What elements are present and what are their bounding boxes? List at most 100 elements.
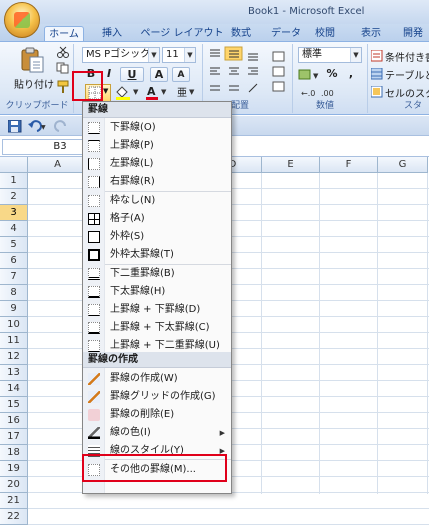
row-header-6[interactable]: 6 xyxy=(0,253,28,269)
row-header-2[interactable]: 2 xyxy=(0,189,28,205)
paste-button[interactable] xyxy=(17,46,47,74)
tab-view[interactable]: 表示 xyxy=(356,26,386,42)
row-header-7[interactable]: 7 xyxy=(0,269,28,285)
menu-item-right-border[interactable]: 右罫線(R) xyxy=(83,173,231,191)
menu-item-erase-border[interactable]: 罫線の削除(E) xyxy=(83,406,231,424)
menu-item-label: 上罫線 + 下罫線(D) xyxy=(110,304,201,315)
column-header-f[interactable]: F xyxy=(320,157,378,173)
phonetic-icon: 亜 ▼ xyxy=(177,88,195,99)
align-icons xyxy=(210,46,258,93)
conditional-format-label: 条件付き書 xyxy=(385,53,429,64)
draw-border-icon xyxy=(88,373,100,385)
fill-color-button[interactable]: ▼ xyxy=(114,84,142,100)
tab-home[interactable]: ホーム xyxy=(44,26,84,42)
row-header-17[interactable]: 17 xyxy=(0,429,28,445)
undo-icon[interactable]: ▼ xyxy=(28,119,48,133)
menu-item-line-color[interactable]: 線の色(I) ▶ xyxy=(83,424,231,442)
menu-item-draw-border-grid[interactable]: 罫線グリッドの作成(G) xyxy=(83,388,231,406)
row-header-11[interactable]: 11 xyxy=(0,333,28,349)
row-header-12[interactable]: 12 xyxy=(0,349,28,365)
row-header-8[interactable]: 8 xyxy=(0,285,28,301)
currency-button[interactable]: ▼ xyxy=(298,67,320,83)
tab-data[interactable]: データ xyxy=(268,26,304,42)
select-all-corner[interactable] xyxy=(0,157,28,173)
number-format-combo[interactable]: 標準 ▼ xyxy=(298,47,362,63)
tab-developer[interactable]: 開発 xyxy=(398,26,428,42)
menu-item-left-border[interactable]: 左罫線(L) xyxy=(83,155,231,173)
row-header-9[interactable]: 9 xyxy=(0,301,28,317)
cell-styles-label: セルのスタ xyxy=(385,89,429,100)
row-header-18[interactable]: 18 xyxy=(0,445,28,461)
font-size-combo[interactable]: 11 ▼ xyxy=(162,47,196,63)
grid-row-line xyxy=(28,508,429,509)
menu-item-top-border[interactable]: 上罫線(P) xyxy=(83,137,231,155)
grow-font-button[interactable]: A xyxy=(150,67,168,82)
column-header-g[interactable]: G xyxy=(378,157,428,173)
grid-column-line xyxy=(377,173,378,494)
row-header-1[interactable]: 1 xyxy=(0,173,28,189)
menu-item-all-borders[interactable]: 格子(A) xyxy=(83,210,231,228)
row-header-16[interactable]: 16 xyxy=(0,413,28,429)
top-thick-bottom-border-icon xyxy=(88,322,100,334)
conditional-format-icon xyxy=(371,50,383,62)
alignment-buttons[interactable] xyxy=(206,46,266,98)
conditional-formatting-button[interactable]: 条件付き書 xyxy=(371,49,429,64)
save-icon[interactable] xyxy=(7,119,22,133)
font-color-icon: A ▼ xyxy=(146,85,167,100)
title-bar xyxy=(0,0,429,26)
row-header-21[interactable]: 21 xyxy=(0,493,28,509)
wrap-merge-buttons[interactable] xyxy=(272,50,286,94)
all-borders-icon xyxy=(88,213,100,225)
format-as-table-button[interactable]: テーブルとし xyxy=(371,67,429,82)
format-painter-icon[interactable] xyxy=(56,80,70,94)
font-name-combo[interactable]: MS Pゴシック ▼ xyxy=(82,47,160,63)
redo-icon[interactable] xyxy=(52,119,72,133)
tab-review[interactable]: 校閲 xyxy=(310,26,340,42)
font-color-button[interactable]: A ▼ xyxy=(144,84,170,100)
tab-formulas[interactable]: 数式 xyxy=(226,26,256,42)
percent-button[interactable]: % xyxy=(324,67,340,82)
row-header-10[interactable]: 10 xyxy=(0,317,28,333)
row-header-14[interactable]: 14 xyxy=(0,381,28,397)
chevron-down-icon: ▼ xyxy=(350,48,361,62)
menu-item-no-border[interactable]: 枠なし(N) xyxy=(83,192,231,210)
column-header-a[interactable]: A xyxy=(28,157,88,173)
decimal-buttons[interactable]: ←.0 .00 xyxy=(300,86,340,98)
menu-item-outside-borders[interactable]: 外枠(S) xyxy=(83,228,231,246)
chevron-down-icon: ▼ xyxy=(184,48,195,62)
menu-item-bottom-border[interactable]: 下罫線(O) xyxy=(83,119,231,137)
copy-icon[interactable] xyxy=(56,62,70,74)
menu-item-thick-box-border[interactable]: 外枠太罫線(T) xyxy=(83,246,231,264)
column-header-e[interactable]: E xyxy=(262,157,320,173)
row-header-5[interactable]: 5 xyxy=(0,237,28,253)
phonetic-button[interactable]: 亜 ▼ xyxy=(174,84,196,100)
row-header-19[interactable]: 19 xyxy=(0,461,28,477)
office-button[interactable] xyxy=(4,2,40,38)
cell-styles-button[interactable]: セルのスタ xyxy=(371,85,429,100)
row-header-15[interactable]: 15 xyxy=(0,397,28,413)
tab-insert[interactable]: 挿入 xyxy=(94,26,130,42)
menu-item-top-bottom-border[interactable]: 上罫線 + 下罫線(D) xyxy=(83,301,231,319)
menu-item-label: 罫線の作成(W) xyxy=(110,373,178,384)
font-size-value: 11 xyxy=(166,49,179,60)
cut-icon[interactable] xyxy=(56,46,70,58)
row-header-22[interactable]: 22 xyxy=(0,509,28,525)
submenu-arrow-icon: ▶ xyxy=(219,429,225,437)
menu-item-bottom-double-border[interactable]: 下二重罫線(B) xyxy=(83,265,231,283)
top-border-icon xyxy=(88,140,100,152)
row-header-13[interactable]: 13 xyxy=(0,365,28,381)
bottom-border-icon xyxy=(88,122,100,134)
row-header-3[interactable]: 3 xyxy=(0,205,28,221)
paste-icon xyxy=(21,47,44,73)
menu-item-top-thick-bottom-border[interactable]: 上罫線 + 下太罫線(C) xyxy=(83,319,231,337)
row-header-20[interactable]: 20 xyxy=(0,477,28,493)
menu-item-draw-border[interactable]: 罫線の作成(W) xyxy=(83,370,231,388)
tab-page-layout[interactable]: ページ レイアウト xyxy=(138,26,226,42)
svg-text:▼: ▼ xyxy=(161,88,167,96)
underline-button[interactable]: U xyxy=(120,67,144,82)
shrink-font-button[interactable]: A xyxy=(172,67,190,82)
italic-button[interactable]: I xyxy=(102,67,116,82)
menu-item-thick-bottom-border[interactable]: 下太罫線(H) xyxy=(83,283,231,301)
comma-button[interactable]: , xyxy=(344,67,358,82)
row-header-4[interactable]: 4 xyxy=(0,221,28,237)
